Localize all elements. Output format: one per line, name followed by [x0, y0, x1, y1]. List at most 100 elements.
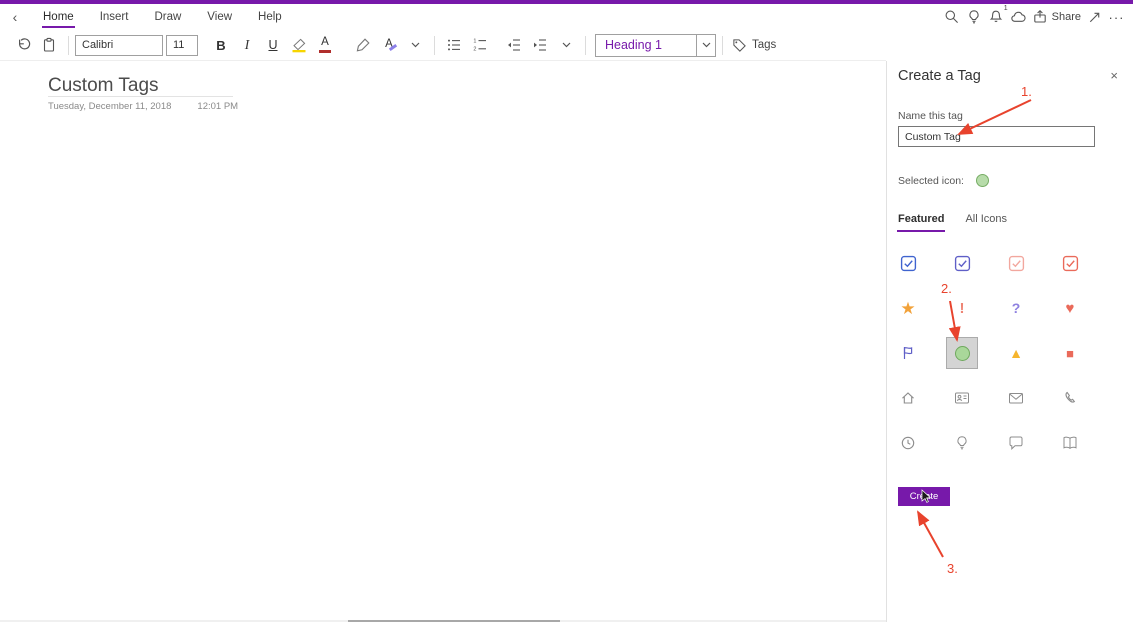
bullet-list-button[interactable]	[442, 32, 466, 58]
page-canvas[interactable]: Custom Tags Tuesday, December 11, 2018 1…	[0, 61, 886, 622]
tab-draw[interactable]: Draw	[141, 4, 194, 30]
tag-icon-star[interactable]: ★	[892, 292, 924, 324]
italic-button[interactable]: I	[235, 32, 259, 58]
tab-insert[interactable]: Insert	[87, 4, 142, 30]
font-name-selector[interactable]: Calibri	[75, 35, 163, 56]
tips-button[interactable]	[964, 6, 985, 28]
font-color-icon: A	[319, 37, 331, 53]
page-date-time: Tuesday, December 11, 2018 12:01 PM	[48, 101, 238, 112]
tag-icon-envelope[interactable]	[1000, 382, 1032, 414]
create-tag-panel: Create a Tag × Name this tag Selected ic…	[887, 61, 1133, 622]
tag-icon-flag[interactable]	[892, 337, 924, 369]
highlight-button[interactable]	[287, 32, 311, 58]
font-name-value: Calibri	[82, 39, 113, 51]
sync-button[interactable]	[1008, 6, 1029, 28]
expand-diagonal-icon	[1087, 10, 1102, 25]
share-icon	[1032, 9, 1048, 25]
numbered-list-icon: 12	[472, 37, 488, 53]
tag-icon-speech-bubble[interactable]	[1000, 427, 1032, 459]
tag-icon-green-circle[interactable]	[946, 337, 978, 369]
clear-formatting-button[interactable]: A	[377, 32, 401, 58]
tag-icon	[732, 38, 747, 53]
tag-icon-lightbulb[interactable]	[946, 427, 978, 459]
font-color-button[interactable]: A	[313, 32, 337, 58]
tab-home[interactable]: Home	[30, 4, 87, 30]
share-button[interactable]: Share	[1030, 6, 1083, 28]
tag-icon-check-box-light-red[interactable]	[1000, 247, 1032, 279]
create-button[interactable]: Create	[898, 487, 950, 506]
more-options-button[interactable]: ···	[1106, 6, 1127, 28]
undo-button[interactable]	[11, 32, 35, 58]
style-selector[interactable]: Heading 1	[595, 34, 716, 57]
tag-icon-phone[interactable]	[1054, 382, 1086, 414]
tag-icon-check-box-red[interactable]	[1054, 247, 1086, 279]
selected-icon-label: Selected icon:	[898, 175, 964, 187]
undo-icon	[15, 37, 31, 53]
chevron-down-icon	[411, 42, 420, 48]
menubar: ‹ Home Insert Draw View Help 1	[0, 4, 1133, 30]
lightbulb-icon	[966, 9, 982, 25]
clipboard-icon	[41, 37, 57, 53]
icon-tabs: Featured All Icons	[898, 213, 1007, 232]
tags-label: Tags	[752, 39, 776, 51]
full-page-view-button[interactable]	[1084, 6, 1105, 28]
icon-grid: ★ ! ? ♥ ▲ ■	[892, 247, 1086, 459]
tab-view[interactable]: View	[194, 4, 245, 30]
font-size-selector[interactable]: 11	[166, 35, 198, 56]
decrease-indent-button[interactable]	[502, 32, 526, 58]
tag-icon-check-box-purple[interactable]	[946, 247, 978, 279]
tag-icon-book[interactable]	[1054, 427, 1086, 459]
tags-button[interactable]: Tags	[732, 38, 776, 53]
format-painter-button[interactable]	[351, 32, 375, 58]
tag-icon-contact-card[interactable]	[946, 382, 978, 414]
tag-icon-triangle[interactable]: ▲	[1000, 337, 1032, 369]
tag-icon-heart[interactable]: ♥	[1054, 292, 1086, 324]
highlighter-icon	[291, 37, 307, 53]
outdent-icon	[506, 37, 522, 53]
cloud-icon	[1010, 9, 1027, 25]
tab-all-icons[interactable]: All Icons	[965, 213, 1007, 232]
font-options-dropdown[interactable]	[403, 32, 427, 58]
tag-icon-clock[interactable]	[892, 427, 924, 459]
increase-indent-button[interactable]	[528, 32, 552, 58]
tag-icon-question[interactable]: ?	[1000, 292, 1032, 324]
toolbar-divider	[722, 36, 723, 55]
back-button[interactable]: ‹	[0, 9, 30, 25]
numbered-list-button[interactable]: 12	[468, 32, 492, 58]
style-dropdown-arrow[interactable]	[696, 35, 715, 56]
selected-icon-row: Selected icon:	[898, 174, 989, 187]
name-tag-label: Name this tag	[898, 110, 963, 122]
tab-help[interactable]: Help	[245, 4, 295, 30]
italic-label: I	[245, 37, 250, 53]
chevron-down-icon	[562, 42, 571, 48]
tag-name-input[interactable]	[898, 126, 1095, 147]
search-button[interactable]	[942, 6, 963, 28]
tag-icon-home[interactable]	[892, 382, 924, 414]
tab-featured[interactable]: Featured	[898, 213, 944, 232]
share-label: Share	[1052, 11, 1081, 23]
menubar-right-actions: 1 Share ···	[942, 6, 1133, 28]
bell-icon	[988, 9, 1004, 25]
formatting-toolbar: Calibri 11 B I U A A	[0, 30, 886, 61]
panel-title: Create a Tag	[898, 68, 981, 84]
tag-icon-check-box-blue[interactable]	[892, 247, 924, 279]
page-time: 12:01 PM	[197, 101, 238, 112]
search-icon	[944, 9, 960, 25]
toolbar-divider	[585, 36, 586, 55]
indent-icon	[532, 37, 548, 53]
clear-formatting-icon: A	[385, 39, 393, 51]
bullet-list-icon	[446, 37, 462, 53]
close-panel-button[interactable]: ×	[1110, 68, 1118, 83]
bold-label: B	[216, 38, 225, 53]
bold-button[interactable]: B	[209, 32, 233, 58]
paragraph-options-dropdown[interactable]	[554, 32, 578, 58]
page-date: Tuesday, December 11, 2018	[48, 101, 171, 112]
underline-button[interactable]: U	[261, 32, 285, 58]
page-title[interactable]: Custom Tags	[48, 75, 159, 97]
format-painter-icon	[355, 37, 371, 53]
tag-icon-exclamation[interactable]: !	[946, 292, 978, 324]
tag-icon-square[interactable]: ■	[1054, 337, 1086, 369]
notifications-button[interactable]: 1	[986, 6, 1007, 28]
title-underline	[48, 96, 233, 97]
paste-button[interactable]	[37, 32, 61, 58]
